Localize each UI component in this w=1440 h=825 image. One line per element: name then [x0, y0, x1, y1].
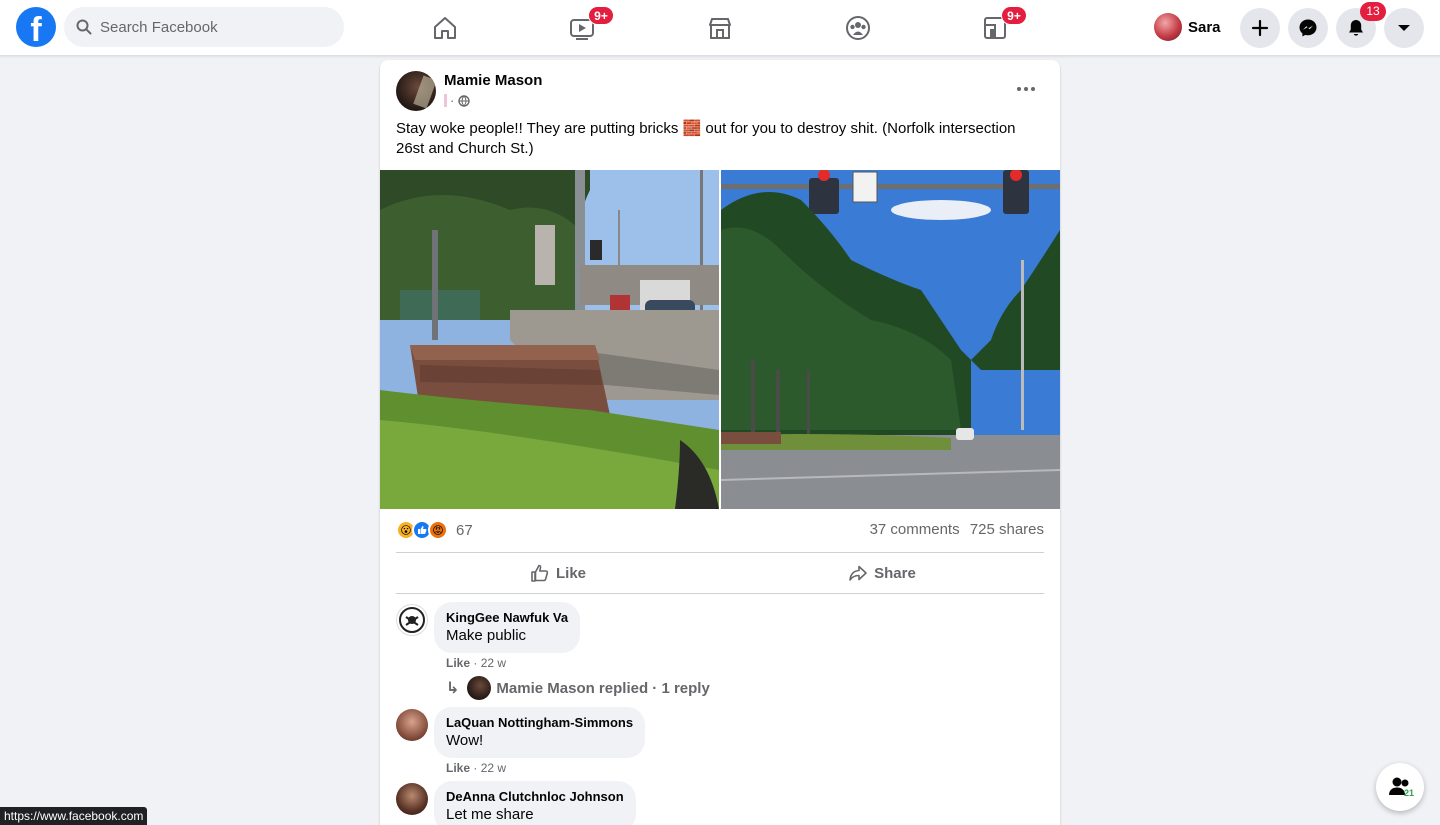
comment-text: Wow! — [446, 732, 484, 749]
tab-marketplace[interactable] — [664, 0, 776, 56]
comment-bubble: KingGee Nawfuk Va Make public — [434, 602, 581, 653]
post-author-name[interactable]: Mamie Mason — [444, 72, 542, 89]
top-navigation-bar: f 9+ 9+ Sara 13 — [0, 0, 1440, 56]
comment-text: Let me share — [446, 806, 534, 823]
chevron-down-icon — [1398, 25, 1410, 31]
contacts-count: 21 — [1404, 788, 1415, 798]
post-author-avatar[interactable] — [396, 71, 436, 111]
angry-reaction-icon: 😡 — [428, 520, 448, 540]
tab-groups[interactable] — [802, 0, 914, 56]
create-button[interactable] — [1240, 8, 1280, 48]
post-meta: · — [444, 93, 471, 108]
comment-bubble: DeAnna Clutchnloc Johnson Let me share — [434, 781, 636, 825]
more-dots-icon — [1017, 87, 1021, 91]
search-input[interactable] — [100, 18, 320, 36]
gaming-badge: 9+ — [1001, 6, 1027, 25]
comment-author[interactable]: LaQuan Nottingham-Simmons — [446, 715, 633, 731]
share-label: Share — [874, 564, 916, 582]
reply-summary: Mamie Mason replied · 1 reply — [496, 679, 710, 697]
globe-icon — [458, 94, 471, 107]
shares-count-link[interactable]: 725 shares — [970, 521, 1044, 538]
divider — [396, 593, 1044, 594]
comment-like-link[interactable]: Like — [446, 656, 470, 670]
profile-name: Sara — [1188, 18, 1221, 36]
comments-count-link[interactable]: 37 comments — [870, 521, 960, 538]
post-photo-intersection-trees[interactable] — [721, 170, 1060, 509]
new-message-contacts-button[interactable]: 21 — [1376, 763, 1424, 811]
thumbs-up-icon — [531, 564, 549, 582]
watch-badge: 9+ — [588, 6, 614, 25]
bell-icon — [1349, 20, 1363, 36]
search-icon — [76, 19, 92, 35]
plus-icon — [1251, 19, 1269, 37]
comment-actions: Like · 22 w — [446, 761, 507, 775]
share-button[interactable]: Share — [720, 556, 1044, 590]
comment-author[interactable]: KingGee Nawfuk Va — [446, 610, 568, 626]
meta-separator: · — [450, 93, 455, 108]
search-box[interactable] — [64, 7, 344, 47]
tab-gaming[interactable]: 9+ — [939, 0, 1051, 56]
comment-actions: Like · 22 w — [446, 656, 507, 670]
home-icon — [434, 17, 456, 39]
groups-icon — [846, 16, 870, 40]
comment-avatar[interactable] — [396, 709, 428, 741]
post-options-button[interactable] — [1010, 76, 1042, 102]
comment-time[interactable]: 22 w — [481, 656, 506, 670]
status-bar-url: https://www.facebook.com — [0, 807, 148, 825]
facebook-logo-icon[interactable]: f — [16, 7, 56, 47]
reaction-count: 67 — [456, 521, 473, 539]
post-photo-bricks-roadside[interactable] — [380, 170, 719, 509]
reply-arrow-icon: ↳ — [446, 680, 460, 697]
post-timestamp-marker[interactable] — [444, 94, 447, 107]
account-menu-button[interactable] — [1384, 8, 1424, 48]
reactions-summary[interactable]: 😮 😡 67 — [396, 520, 473, 540]
comment-avatar[interactable] — [396, 783, 428, 815]
comment-text: Make public — [446, 627, 527, 644]
profile-button[interactable]: Sara — [1150, 8, 1229, 46]
messenger-icon — [1299, 19, 1317, 37]
reply-avatar — [467, 676, 492, 700]
like-button[interactable]: Like — [396, 556, 720, 590]
marketplace-store-icon — [709, 18, 731, 39]
share-arrow-icon — [849, 565, 867, 581]
post-stats: 37 comments 725 shares — [870, 521, 1044, 538]
tab-home[interactable] — [389, 0, 501, 56]
comment-time[interactable]: 22 w — [481, 761, 506, 775]
comment-author[interactable]: DeAnna Clutchnloc Johnson — [446, 789, 624, 805]
messenger-button[interactable] — [1288, 8, 1328, 48]
comment-bubble: LaQuan Nottingham-Simmons Wow! — [434, 707, 646, 758]
tab-watch[interactable]: 9+ — [526, 0, 638, 56]
like-label: Like — [555, 564, 586, 582]
avatar — [1154, 13, 1182, 41]
divider — [396, 552, 1044, 553]
comment-avatar[interactable] — [396, 604, 428, 636]
notifications-badge: 13 — [1360, 2, 1386, 21]
more-dot — [1031, 87, 1035, 91]
comment-like-link[interactable]: Like — [446, 761, 470, 775]
post-text: Stay woke people!! They are putting bric… — [396, 120, 1016, 157]
view-replies-link[interactable]: ↳ Mamie Mason replied · 1 reply — [446, 676, 710, 700]
post-card: Mamie Mason · Stay woke people!! They ar… — [380, 60, 1060, 825]
more-dot — [1024, 87, 1028, 91]
